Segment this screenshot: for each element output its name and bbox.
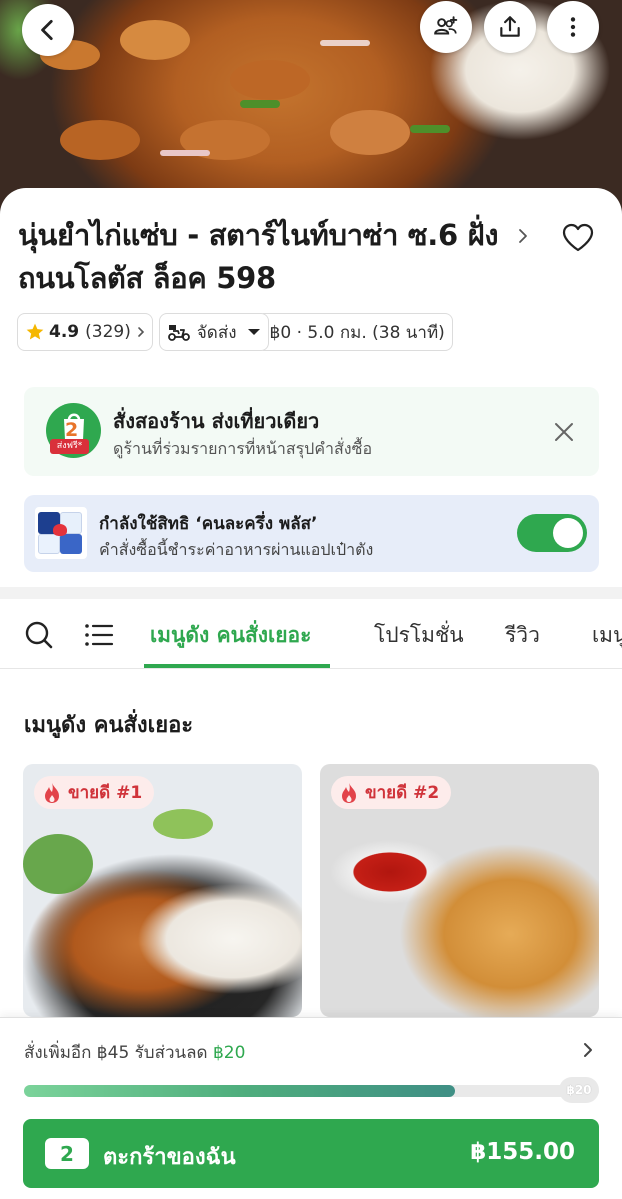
delivery-info-chip[interactable]: ฿0 · 5.0 กม. (38 นาที) bbox=[262, 313, 453, 351]
add-friend-icon bbox=[434, 16, 458, 35]
promo-text: สั่งเพิ่มอีก ฿45 รับส่วนลด bbox=[24, 1043, 213, 1063]
close-icon[interactable] bbox=[552, 420, 576, 444]
caret-down-icon bbox=[247, 329, 260, 335]
section-title: เมนูดัง คนสั่งเยอะ bbox=[24, 713, 194, 738]
back-icon bbox=[41, 19, 53, 41]
multi-store-title: สั่งสองร้าน ส่งเที่ยวเดียว bbox=[113, 409, 320, 433]
menu-item-card[interactable]: ขายดี #2 bbox=[320, 764, 599, 1017]
section-divider bbox=[0, 587, 622, 599]
privilege-toggle[interactable] bbox=[517, 514, 587, 552]
cart-button[interactable]: 2 ตะกร้าของฉัน ฿155.00 bbox=[23, 1119, 599, 1188]
tab-reviews[interactable]: รีวิว bbox=[505, 619, 540, 652]
add-friend-button[interactable] bbox=[420, 1, 472, 53]
bestseller-badge: ขายดี #2 bbox=[331, 776, 452, 809]
discount-progress-bar bbox=[24, 1085, 599, 1097]
back-button[interactable] bbox=[22, 4, 74, 56]
menu-item-card[interactable]: ขายดี #1 bbox=[23, 764, 302, 1017]
star-icon bbox=[26, 323, 44, 340]
badge-text: ขายดี #1 bbox=[68, 783, 143, 803]
delivery-info: ฿0 · 5.0 กม. (38 นาที) bbox=[269, 322, 445, 343]
promo-amount: ฿20 bbox=[212, 1043, 246, 1063]
badge-text: ขายดี #2 bbox=[365, 783, 440, 803]
cart-bottom-bar: สั่งเพิ่มอีก ฿45 รับส่วนลด ฿20 ฿20 2 ตะก… bbox=[0, 1017, 622, 1199]
privilege-subtitle: คำสั่งซื้อนี้ชำระค่าอาหารผ่านแอปเป๋าตัง bbox=[99, 540, 374, 559]
multi-store-logo: 2 ส่งฟรี* bbox=[46, 403, 101, 458]
tab-popular[interactable]: เมนูดัง คนสั่งเยอะ bbox=[150, 619, 311, 652]
multi-store-badge-number: 2 bbox=[65, 419, 79, 441]
multi-store-banner[interactable]: 2 ส่งฟรี* สั่งสองร้าน ส่งเที่ยวเดียว ดูร… bbox=[24, 387, 599, 476]
toggle-knob bbox=[553, 518, 583, 548]
chevron-right-icon[interactable] bbox=[581, 1040, 595, 1060]
free-delivery-tag: ส่งฟรี* bbox=[50, 439, 89, 454]
menu-tabs: เมนูดัง คนสั่งเยอะ โปรโมชั่น รีวิว เมนู bbox=[0, 599, 622, 669]
share-icon bbox=[500, 16, 520, 37]
privilege-banner: กำลังใช้สิทธิ ‘คนละครึ่ง พลัส’ คำสั่งซื้… bbox=[24, 495, 599, 572]
fire-icon bbox=[45, 782, 59, 803]
fire-icon bbox=[342, 782, 356, 803]
heart-icon[interactable] bbox=[561, 222, 595, 254]
rating-value: 4.9 bbox=[49, 322, 80, 342]
discount-promo[interactable]: สั่งเพิ่มอีก ฿45 รับส่วนลด ฿20 bbox=[24, 1039, 245, 1066]
store-info-chips: 4.9 (329) จัดส่ง ฿0 · 5.0 กม. (38 นาที) bbox=[17, 313, 453, 351]
tab-menu[interactable]: เมนู bbox=[592, 619, 622, 652]
search-icon[interactable] bbox=[24, 620, 54, 650]
privilege-title: กำลังใช้สิทธิ ‘คนละครึ่ง พลัส’ bbox=[99, 514, 318, 534]
cart-label: ตะกร้าของฉัน bbox=[103, 1145, 236, 1170]
cart-count: 2 bbox=[45, 1138, 89, 1169]
progress-fill bbox=[24, 1085, 456, 1097]
bestseller-badge: ขายดี #1 bbox=[34, 776, 155, 809]
chevron-right-icon bbox=[138, 327, 144, 337]
active-tab-indicator bbox=[144, 664, 330, 668]
more-icon bbox=[570, 17, 576, 37]
half-half-logo bbox=[35, 507, 87, 559]
tab-promotions[interactable]: โปรโมชั่น bbox=[374, 619, 464, 652]
progress-goal-label: ฿20 bbox=[559, 1077, 599, 1103]
delivery-mode-label: จัดส่ง bbox=[196, 322, 237, 343]
cart-total: ฿155.00 bbox=[470, 1139, 575, 1165]
more-options-button[interactable] bbox=[547, 1, 599, 53]
store-title[interactable]: นุ่นยำไก่แซ่บ - สตาร์ไนท์บาซ่า ซ.6 ฝั่งถ… bbox=[18, 214, 518, 300]
chevron-right-icon bbox=[519, 229, 527, 243]
multi-store-subtitle: ดูร้านที่ร่วมรายการที่หน้าสรุปคำสั่งซื้อ bbox=[113, 439, 373, 458]
scooter-icon bbox=[167, 325, 190, 341]
rating-count: (329) bbox=[85, 322, 131, 342]
rating-chip[interactable]: 4.9 (329) bbox=[17, 313, 153, 351]
share-button[interactable] bbox=[484, 1, 536, 53]
delivery-mode-chip[interactable]: จัดส่ง bbox=[158, 313, 269, 351]
menu-list-icon[interactable] bbox=[84, 620, 114, 650]
